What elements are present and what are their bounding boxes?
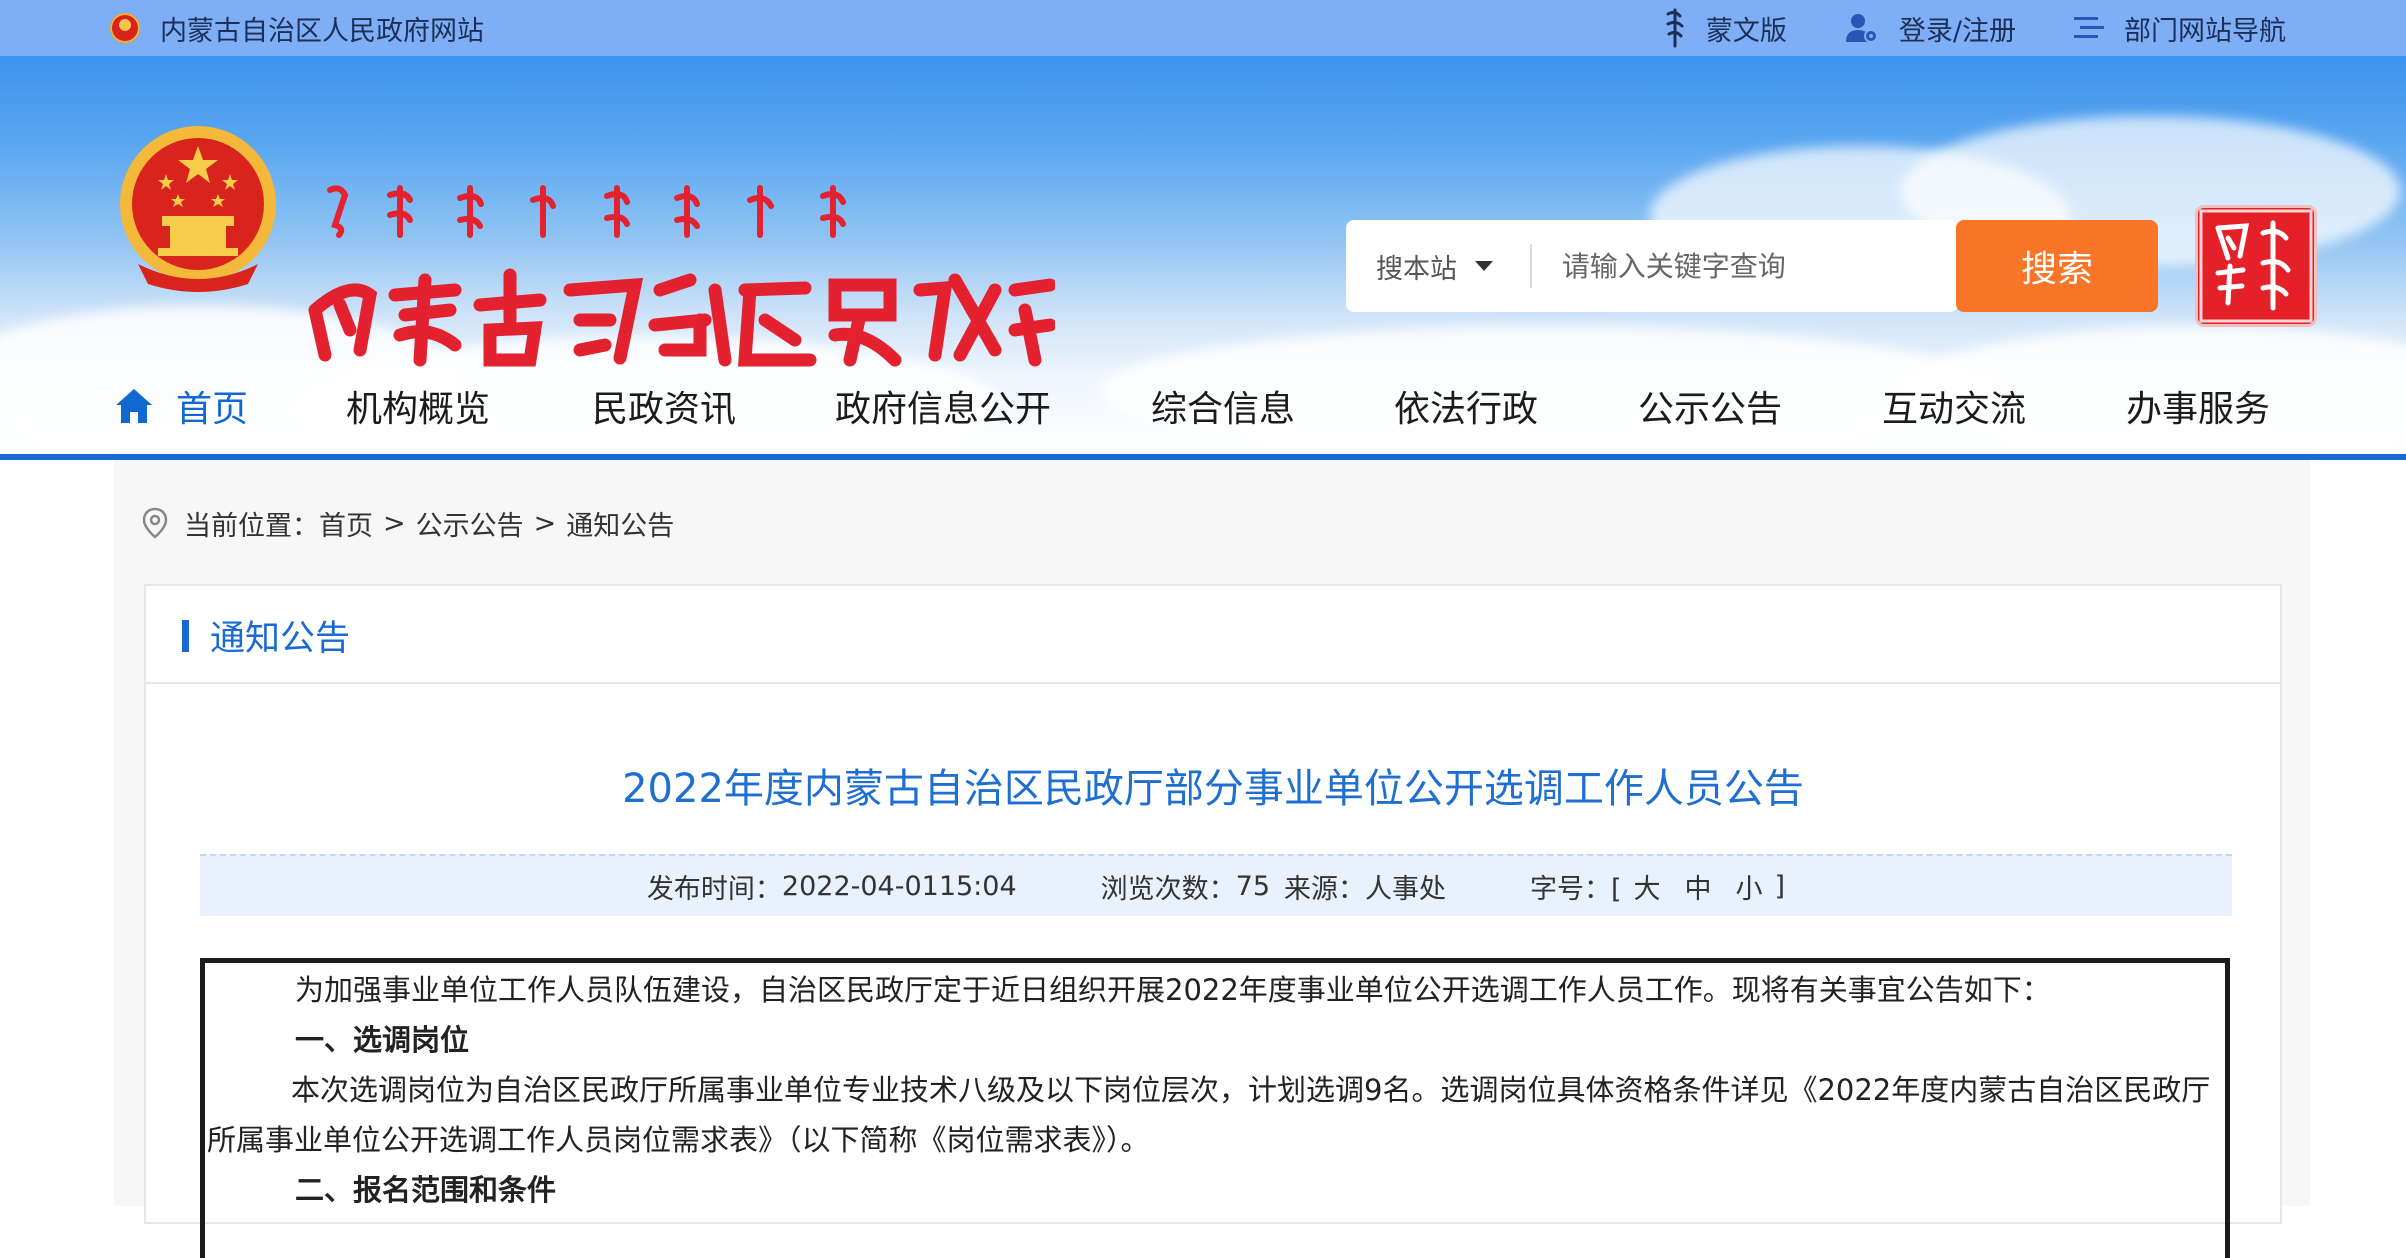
- breadcrumb-announcements[interactable]: 公示公告: [416, 504, 524, 543]
- article-body: 为加强事业单位工作人员队伍建设，自治区民政厅定于近日组织开展2022年度事业单位…: [200, 958, 2230, 1258]
- nav-item-announcements[interactable]: 公示公告: [1638, 370, 1782, 442]
- font-size-small-button[interactable]: 小: [1736, 867, 1763, 906]
- header-banner: 搜本站 搜索 首页 机构概览 民政资讯 政府信息公开 综合信息 依法行政 公示公…: [0, 56, 2406, 456]
- notice-panel: 通知公告 2022年度内蒙古自治区民政厅部分事业单位公开选调工作人员公告 发布时…: [144, 584, 2282, 1258]
- chevron-down-icon: [1475, 261, 1493, 271]
- section-heading-1: 一、选调岗位: [295, 1023, 470, 1057]
- nav-item-home[interactable]: 首页: [114, 370, 248, 442]
- search-input[interactable]: [1559, 248, 1958, 284]
- nav-item-law-administration[interactable]: 依法行政: [1394, 370, 1538, 442]
- view-count: 75: [1235, 870, 1270, 902]
- breadcrumb-notices[interactable]: 通知公告: [566, 504, 674, 543]
- font-size-medium-button[interactable]: 中: [1685, 867, 1712, 906]
- mongolian-script-icon: [1666, 8, 1684, 48]
- main-nav: 首页 机构概览 民政资讯 政府信息公开 综合信息 依法行政 公示公告 互动交流 …: [0, 370, 2406, 456]
- search-box: 搜本站: [1346, 220, 1958, 312]
- fontsize-label: 字号：[: [1530, 873, 1622, 905]
- nav-item-general-info[interactable]: 综合信息: [1151, 370, 1295, 442]
- nav-item-interaction[interactable]: 互动交流: [1882, 370, 2026, 442]
- breadcrumb-home[interactable]: 首页: [319, 504, 373, 543]
- menu-list-icon: [2074, 17, 2104, 38]
- article-meta-bar: 发布时间： 2022-04-0115:04 浏览次数： 75 来源： 人事处 字…: [200, 854, 2232, 916]
- panel-header: 通知公告: [146, 586, 2280, 684]
- nav-item-institutions[interactable]: 机构概览: [346, 370, 490, 442]
- article-title: 2022年度内蒙古自治区民政厅部分事业单位公开选调工作人员公告: [622, 766, 1804, 812]
- breadcrumb-separator: >: [383, 507, 406, 539]
- department-nav-link[interactable]: 部门网站导航: [2074, 9, 2286, 48]
- fontsize-close: ]: [1774, 870, 1786, 902]
- publish-time: 2022-04-0115:04: [781, 870, 1017, 902]
- font-size-large-button[interactable]: 大: [1634, 867, 1661, 906]
- panel-title: 通知公告: [210, 619, 351, 659]
- nav-item-services[interactable]: 办事服务: [2126, 370, 2270, 442]
- top-bar: 内蒙古自治区人民政府网站 蒙文版 登录/注册 部门网站导航: [0, 0, 2406, 56]
- mongolian-version-link[interactable]: 蒙文版: [1664, 8, 1787, 48]
- national-emblem-icon: [110, 13, 140, 43]
- paragraph-intro: 为加强事业单位工作人员队伍建设，自治区民政厅定于近日组织开展2022年度事业单位…: [295, 973, 2051, 1007]
- seal-logo: [2198, 208, 2314, 324]
- breadcrumb-prefix: 当前位置：: [184, 510, 319, 542]
- source-label: 来源：: [1284, 873, 1365, 905]
- login-register-link[interactable]: 登录/注册: [1845, 9, 2016, 48]
- views-label: 浏览次数：: [1100, 873, 1236, 905]
- search-scope-dropdown[interactable]: 搜本站: [1346, 247, 1524, 286]
- gov-site-link[interactable]: 内蒙古自治区人民政府网站: [110, 0, 484, 56]
- title-accent-bar: [182, 620, 189, 652]
- nav-item-news[interactable]: 民政资讯: [592, 370, 736, 442]
- search-button[interactable]: 搜索: [1956, 220, 2158, 312]
- home-icon: [116, 389, 152, 423]
- section-heading-2: 二、报名范围和条件: [295, 1173, 557, 1207]
- breadcrumb-separator: >: [533, 507, 557, 539]
- publish-label: 发布时间：: [646, 873, 782, 905]
- breadcrumb: 当前位置： 首页 > 公示公告 > 通知公告: [142, 500, 674, 546]
- source-value: 人事处: [1365, 873, 1446, 905]
- bureau-calligraphy-logo: [308, 185, 1055, 367]
- user-icon: [1845, 14, 1878, 43]
- paragraph-positions: 本次选调岗位为自治区民政厅所属事业单位专业技术八级及以下岗位层次，计划选调9名。…: [207, 1073, 2211, 1157]
- divider: [1529, 244, 1532, 288]
- location-pin-icon: [142, 507, 168, 539]
- national-emblem: [120, 126, 276, 292]
- gov-site-name: 内蒙古自治区人民政府网站: [160, 15, 484, 47]
- nav-item-gov-info-disclosure[interactable]: 政府信息公开: [835, 370, 1051, 442]
